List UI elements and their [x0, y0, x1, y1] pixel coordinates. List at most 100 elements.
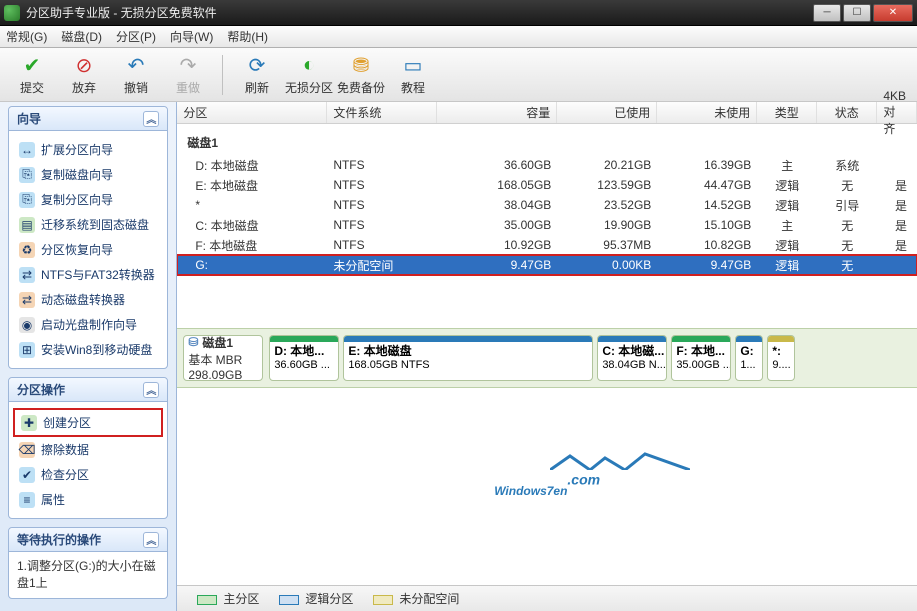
check-icon: ✔ — [20, 53, 44, 77]
partition-row[interactable]: D: 本地磁盘NTFS36.60GB20.21GB16.39GB主系统 — [177, 155, 917, 175]
roof-icon — [550, 452, 690, 470]
check-part-icon: ✔ — [19, 467, 35, 483]
lossless-icon: ◐ — [297, 53, 321, 77]
tutorial-button[interactable]: ▭教程 — [387, 51, 439, 99]
chevron-up-icon[interactable]: ︽ — [143, 382, 159, 398]
wizard-recover[interactable]: ♻分区恢复向导 — [13, 237, 163, 262]
undo-button[interactable]: ↶撤销 — [110, 51, 162, 99]
redo-icon: ↷ — [176, 53, 200, 77]
commit-button[interactable]: ✔提交 — [6, 51, 58, 99]
wizard-bootcd[interactable]: ◉启动光盘制作向导 — [13, 312, 163, 337]
wizard-migrate-ssd[interactable]: ▤迁移系统到固态磁盘 — [13, 212, 163, 237]
pending-panel-title: 等待执行的操作 — [17, 531, 101, 548]
maximize-button[interactable]: ☐ — [843, 4, 871, 22]
cancel-icon: ⊘ — [72, 53, 96, 77]
extend-icon: ↔ — [19, 142, 35, 158]
bootcd-icon: ◉ — [19, 317, 35, 333]
menu-disk[interactable]: 磁盘(D) — [61, 28, 102, 45]
menu-bar: 常规(G) 磁盘(D) 分区(P) 向导(W) 帮助(H) — [0, 26, 917, 48]
col-status[interactable]: 状态 — [817, 102, 877, 123]
wizard-win8[interactable]: ⊞安装Win8到移动硬盘 — [13, 337, 163, 362]
disk-map: ⛁磁盘1 基本 MBR 298.09GB D: 本地...36.60GB ...… — [177, 328, 917, 388]
menu-help[interactable]: 帮助(H) — [227, 28, 268, 45]
legend: 主分区 逻辑分区 未分配空间 — [177, 585, 917, 611]
disk-group-header[interactable]: 磁盘1 — [177, 130, 917, 155]
disk-segment[interactable]: D: 本地...36.60GB ... — [269, 335, 339, 381]
menu-wizard[interactable]: 向导(W) — [170, 28, 213, 45]
ops-panel-title: 分区操作 — [17, 381, 65, 398]
partition-row[interactable]: C: 本地磁盘NTFS35.00GB19.90GB15.10GB主无是 — [177, 215, 917, 235]
col-filesystem[interactable]: 文件系统 — [327, 102, 437, 123]
op-create-partition[interactable]: ✚创建分区 — [13, 408, 163, 437]
col-partition[interactable]: 分区 — [177, 102, 327, 123]
wizard-copy-disk[interactable]: ⎘复制磁盘向导 — [13, 162, 163, 187]
disk-segment[interactable]: C: 本地磁...38.04GB N... — [597, 335, 667, 381]
lossless-button[interactable]: ◐无损分区 — [283, 51, 335, 99]
win8-icon: ⊞ — [19, 342, 35, 358]
backup-icon: ⛃ — [349, 53, 373, 77]
close-button[interactable]: ✕ — [873, 4, 913, 22]
legend-logical: 逻辑分区 — [279, 590, 353, 607]
chevron-up-icon[interactable]: ︽ — [143, 532, 159, 548]
wizard-ntfs-fat32[interactable]: ⇄NTFS与FAT32转换器 — [13, 262, 163, 287]
partition-row[interactable]: G:未分配空间9.47GB0.00KB9.47GB逻辑无 — [177, 255, 917, 275]
ssd-icon: ▤ — [19, 217, 35, 233]
legend-unalloc: 未分配空间 — [373, 590, 459, 607]
copy-part-icon: ⎘ — [19, 192, 35, 208]
chevron-up-icon[interactable]: ︽ — [143, 111, 159, 127]
watermark-text: Windows7en — [494, 484, 567, 498]
title-bar: 分区助手专业版 - 无损分区免费软件 ─ ☐ ✕ — [0, 0, 917, 26]
disk-segment[interactable]: G:1... — [735, 335, 763, 381]
partition-row[interactable]: F: 本地磁盘NTFS10.92GB95.37MB10.82GB逻辑无是 — [177, 235, 917, 255]
grid-header: 分区 文件系统 容量 已使用 未使用 类型 状态 4KB对齐 — [177, 102, 917, 124]
props-icon: ≡ — [19, 492, 35, 508]
backup-button[interactable]: ⛃免费备份 — [335, 51, 387, 99]
copy-disk-icon: ⎘ — [19, 167, 35, 183]
discard-button[interactable]: ⊘放弃 — [58, 51, 110, 99]
pending-panel: 等待执行的操作 ︽ 1.调整分区(G:)的大小在磁盘1上 — [8, 527, 168, 599]
wizard-copy-partition[interactable]: ⎘复制分区向导 — [13, 187, 163, 212]
col-4kb[interactable]: 4KB对齐 — [877, 102, 917, 123]
undo-icon: ↶ — [124, 53, 148, 77]
redo-button[interactable]: ↷重做 — [162, 51, 214, 99]
minimize-button[interactable]: ─ — [813, 4, 841, 22]
wizard-dynamic[interactable]: ⇄动态磁盘转换器 — [13, 287, 163, 312]
op-check[interactable]: ✔检查分区 — [13, 462, 163, 487]
op-wipe[interactable]: ⌫擦除数据 — [13, 437, 163, 462]
op-properties[interactable]: ≡属性 — [13, 487, 163, 512]
menu-general[interactable]: 常规(G) — [6, 28, 47, 45]
app-icon — [4, 5, 20, 21]
pending-item[interactable]: 1.调整分区(G:)的大小在磁盘1上 — [9, 552, 167, 598]
recover-icon: ♻ — [19, 242, 35, 258]
create-icon: ✚ — [21, 415, 37, 431]
wipe-icon: ⌫ — [19, 442, 35, 458]
wizard-extend[interactable]: ↔扩展分区向导 — [13, 137, 163, 162]
dynamic-icon: ⇄ — [19, 292, 35, 308]
col-type[interactable]: 类型 — [757, 102, 817, 123]
wizard-panel: 向导 ︽ ↔扩展分区向导 ⎘复制磁盘向导 ⎘复制分区向导 ▤迁移系统到固态磁盘 ♻… — [8, 106, 168, 369]
window-title: 分区助手专业版 - 无损分区免费软件 — [26, 4, 813, 21]
partition-list: 磁盘1 D: 本地磁盘NTFS36.60GB20.21GB16.39GB主系统E… — [177, 124, 917, 328]
partition-row[interactable]: *NTFS38.04GB23.52GB14.52GB逻辑引导是 — [177, 195, 917, 215]
col-free[interactable]: 未使用 — [657, 102, 757, 123]
disk-icon: ⛁ — [188, 335, 198, 349]
toolbar: ✔提交 ⊘放弃 ↶撤销 ↷重做 ⟳刷新 ◐无损分区 ⛃免费备份 ▭教程 — [0, 48, 917, 102]
disk-segment[interactable]: *:9.... — [767, 335, 795, 381]
legend-primary: 主分区 — [197, 590, 259, 607]
sidebar: 向导 ︽ ↔扩展分区向导 ⎘复制磁盘向导 ⎘复制分区向导 ▤迁移系统到固态磁盘 ♻… — [0, 102, 177, 611]
refresh-button[interactable]: ⟳刷新 — [231, 51, 283, 99]
disk-segment[interactable]: E: 本地磁盘168.05GB NTFS — [343, 335, 593, 381]
partition-row[interactable]: E: 本地磁盘NTFS168.05GB123.59GB44.47GB逻辑无是 — [177, 175, 917, 195]
wizard-panel-title: 向导 — [17, 110, 41, 127]
col-capacity[interactable]: 容量 — [437, 102, 557, 123]
ops-panel: 分区操作 ︽ ✚创建分区 ⌫擦除数据 ✔检查分区 ≡属性 — [8, 377, 168, 519]
convert-icon: ⇄ — [19, 267, 35, 283]
tutorial-icon: ▭ — [401, 53, 425, 77]
watermark: Windows7en.com — [177, 388, 917, 586]
disk-segment[interactable]: F: 本地...35.00GB ... — [671, 335, 731, 381]
disk-summary[interactable]: ⛁磁盘1 基本 MBR 298.09GB — [183, 335, 263, 381]
col-used[interactable]: 已使用 — [557, 102, 657, 123]
menu-partition[interactable]: 分区(P) — [116, 28, 156, 45]
main-pane: 分区 文件系统 容量 已使用 未使用 类型 状态 4KB对齐 磁盘1 D: 本地… — [177, 102, 917, 611]
refresh-icon: ⟳ — [245, 53, 269, 77]
